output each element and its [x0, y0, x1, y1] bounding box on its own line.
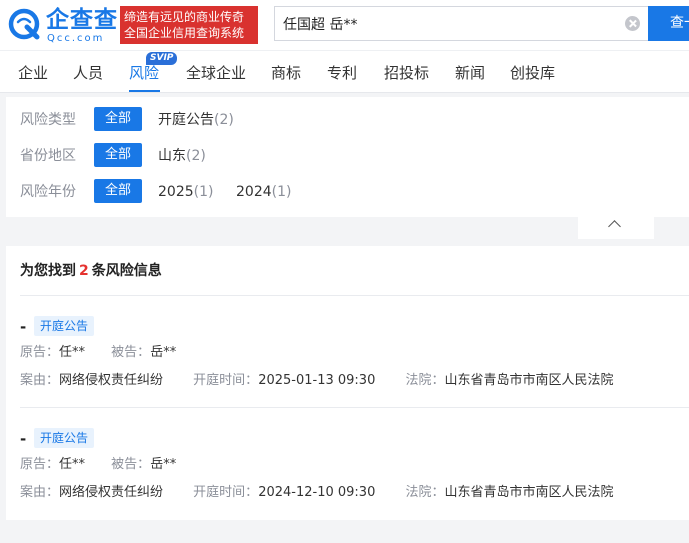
logo-name: 企查查	[46, 7, 118, 33]
filter-option[interactable]: 山东(2)	[158, 147, 206, 165]
item-title: -	[20, 318, 27, 336]
filter-option-count: (1)	[271, 184, 292, 200]
tab-bidding[interactable]: 招投标	[384, 63, 429, 83]
tab-global-company[interactable]: 全球企业	[186, 63, 246, 83]
plaintiff-label: 原告：	[20, 457, 60, 472]
filter-all-button[interactable]: 全部	[94, 179, 142, 203]
filter-label: 省份地区	[20, 148, 76, 164]
filter-all-button[interactable]: 全部	[94, 143, 142, 167]
filter-option-count: (1)	[193, 184, 214, 200]
results-title-suffix: 条风险信息	[91, 263, 162, 279]
active-tab-underline	[129, 90, 160, 92]
cause-label: 案由：	[20, 485, 60, 500]
cause-value: 网络侵权责任纠纷	[59, 485, 164, 500]
search-input[interactable]	[283, 7, 613, 40]
details-line: 案由：网络侵权责任纠纷 开庭时间：2024-12-10 09:30 法院：山东省…	[20, 484, 614, 502]
item-type-tag: 开庭公告	[34, 316, 95, 336]
search-button[interactable]: 查一	[648, 6, 689, 41]
parties-line: 原告：任** 被告：岳**	[20, 456, 176, 474]
risk-item[interactable]: - 开庭公告 原告：任** 被告：岳** 案由：网络侵权责任纠纷 开庭时间：20…	[6, 310, 689, 420]
chevron-up-icon	[608, 220, 621, 233]
logo-q-icon	[8, 8, 40, 40]
filter-option[interactable]: 2025(1)	[158, 183, 213, 201]
tab-person[interactable]: 人员	[73, 63, 103, 83]
clear-icon[interactable]	[625, 16, 640, 31]
cause-value: 网络侵权责任纠纷	[59, 373, 164, 388]
filter-option[interactable]: 2024(1)	[236, 183, 291, 201]
svip-badge: SVIP	[146, 52, 178, 65]
tab-company[interactable]: 企业	[18, 63, 48, 83]
qcc-logo[interactable]: 企查查 Qcc.com	[8, 6, 118, 44]
tab-venture[interactable]: 创投库	[510, 63, 555, 83]
filter-row-risk-type: 风险类型 全部 开庭公告(2)	[6, 107, 689, 133]
results-count: 2	[79, 263, 89, 279]
tab-risk[interactable]: 风险	[129, 63, 159, 83]
tab-patent[interactable]: 专利	[327, 63, 357, 83]
hearing-time-label: 开庭时间：	[193, 373, 259, 388]
tab-news[interactable]: 新闻	[455, 63, 485, 83]
defendant-label: 被告：	[111, 457, 151, 472]
divider	[20, 407, 689, 408]
defendant-value: 岳**	[150, 345, 177, 360]
risk-item[interactable]: - 开庭公告 原告：任** 被告：岳** 案由：网络侵权责任纠纷 开庭时间：20…	[6, 422, 689, 532]
plaintiff-label: 原告：	[20, 345, 60, 360]
results-summary: 为您找到 2 条风险信息	[20, 262, 162, 280]
filter-option-name: 开庭公告	[158, 112, 214, 128]
filter-label: 风险年份	[20, 184, 76, 200]
court-value: 山东省青岛市市南区人民法院	[444, 373, 614, 388]
top-header: 企查查 Qcc.com 缔造有远见的商业传奇 全国企业信用查询系统 查一	[0, 0, 689, 50]
collapse-filters-toggle[interactable]	[578, 217, 654, 239]
category-nav: 企业 人员 风险 SVIP 全球企业 商标 专利 招投标 新闻 创投库	[0, 50, 689, 93]
parties-line: 原告：任** 被告：岳**	[20, 344, 176, 362]
filter-all-button[interactable]: 全部	[94, 107, 142, 131]
cause-label: 案由：	[20, 373, 60, 388]
court-label: 法院：	[405, 373, 445, 388]
slogan-banner: 缔造有远见的商业传奇 全国企业信用查询系统	[120, 6, 258, 44]
logo-domain: Qcc.com	[47, 33, 105, 44]
filter-panel: 风险类型 全部 开庭公告(2) 省份地区 全部 山东(2) 风险年份 全部 20…	[6, 97, 689, 217]
court-label: 法院：	[405, 485, 445, 500]
hearing-time-label: 开庭时间：	[193, 485, 259, 500]
tab-trademark[interactable]: 商标	[271, 63, 301, 83]
hearing-time-value: 2024-12-10 09:30	[258, 485, 376, 500]
hearing-time-value: 2025-01-13 09:30	[258, 373, 376, 388]
defendant-label: 被告：	[111, 345, 151, 360]
filter-option-count: (2)	[186, 148, 206, 164]
plaintiff-value: 任**	[59, 457, 86, 472]
results-title-prefix: 为您找到	[20, 263, 76, 279]
court-value: 山东省青岛市市南区人民法院	[444, 485, 614, 500]
slogan-line-1: 缔造有远见的商业传奇	[124, 10, 245, 24]
search-box	[274, 6, 648, 41]
filter-row-province: 省份地区 全部 山东(2)	[6, 143, 689, 169]
filter-option-name: 2024	[236, 184, 272, 200]
filter-option-name: 2025	[158, 184, 194, 200]
details-line: 案由：网络侵权责任纠纷 开庭时间：2025-01-13 09:30 法院：山东省…	[20, 372, 614, 390]
filter-option-count: (2)	[214, 112, 234, 128]
divider	[20, 295, 689, 296]
item-title: -	[20, 430, 27, 448]
item-type-tag: 开庭公告	[34, 428, 95, 448]
slogan-line-2: 全国企业信用查询系统	[124, 26, 245, 40]
filter-option[interactable]: 开庭公告(2)	[158, 111, 234, 129]
filter-label: 风险类型	[20, 112, 76, 128]
filter-row-year: 风险年份 全部 2025(1) 2024(1)	[6, 179, 689, 205]
plaintiff-value: 任**	[59, 345, 86, 360]
filter-option-name: 山东	[158, 148, 186, 164]
defendant-value: 岳**	[150, 457, 177, 472]
results-panel: 为您找到 2 条风险信息 - 开庭公告 原告：任** 被告：岳** 案由：网络侵权责…	[6, 246, 689, 520]
